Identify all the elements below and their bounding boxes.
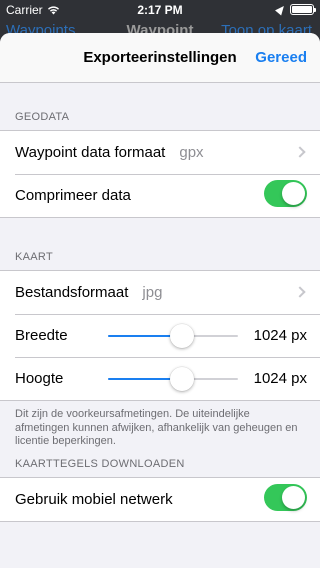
height-slider[interactable] bbox=[108, 367, 238, 391]
file-format-row[interactable]: Bestandsformaat jpg bbox=[0, 271, 320, 314]
compress-data-row: Comprimeer data bbox=[0, 174, 320, 217]
status-bar: Carrier 2:17 PM bbox=[0, 0, 320, 20]
export-settings-sheet: Exporteerinstellingen Gereed GEODATA Way… bbox=[0, 33, 320, 568]
section-header-kaart: KAART bbox=[15, 251, 53, 263]
width-row: Breedte 1024 px bbox=[0, 314, 320, 357]
compress-data-toggle[interactable] bbox=[264, 180, 307, 207]
mobile-network-toggle[interactable] bbox=[264, 483, 307, 511]
height-row: Hoogte 1024 px bbox=[0, 357, 320, 400]
compress-data-label: Comprimeer data bbox=[15, 187, 131, 204]
height-label: Hoogte bbox=[15, 370, 64, 387]
chevron-right-icon bbox=[294, 286, 306, 298]
battery-icon bbox=[290, 4, 316, 15]
mobile-network-row: Gebruik mobiel netwerk bbox=[0, 478, 320, 521]
mobile-network-label: Gebruik mobiel netwerk bbox=[15, 490, 173, 508]
toggle-knob bbox=[282, 182, 305, 205]
chevron-right-icon bbox=[294, 146, 306, 158]
battery-level bbox=[292, 6, 312, 13]
section-header-geodata: GEODATA bbox=[15, 111, 70, 123]
toggle-knob bbox=[282, 485, 305, 509]
file-format-label: Bestandsformaat bbox=[15, 284, 129, 301]
sheet-header: Exporteerinstellingen Gereed bbox=[0, 33, 320, 83]
location-arrow-icon bbox=[275, 3, 287, 16]
group-tiles: Gebruik mobiel netwerk bbox=[0, 476, 320, 522]
width-value: 1024 px bbox=[253, 327, 307, 344]
width-slider[interactable] bbox=[108, 324, 238, 348]
done-button[interactable]: Gereed bbox=[255, 49, 307, 66]
height-slider-thumb[interactable] bbox=[170, 367, 195, 391]
status-time: 2:17 PM bbox=[137, 3, 183, 17]
group-geodata: Waypoint data formaat gpx Comprimeer dat… bbox=[0, 130, 320, 218]
group-kaart: Bestandsformaat jpg Breedte 1024 px Hoog… bbox=[0, 270, 320, 401]
waypoint-format-label: Waypoint data formaat bbox=[15, 144, 166, 161]
width-label: Breedte bbox=[15, 327, 68, 344]
width-slider-thumb[interactable] bbox=[170, 324, 195, 348]
height-value: 1024 px bbox=[253, 370, 307, 387]
file-format-value: jpg bbox=[142, 284, 163, 301]
waypoint-format-row[interactable]: Waypoint data formaat gpx bbox=[0, 131, 320, 174]
waypoint-format-value: gpx bbox=[179, 144, 204, 161]
section-header-tiles: KAARTTEGELS DOWNLOADEN bbox=[15, 457, 185, 470]
status-right bbox=[275, 3, 316, 16]
map-size-footer-note: Dit zijn de voorkeursafmetingen. De uite… bbox=[15, 408, 298, 447]
